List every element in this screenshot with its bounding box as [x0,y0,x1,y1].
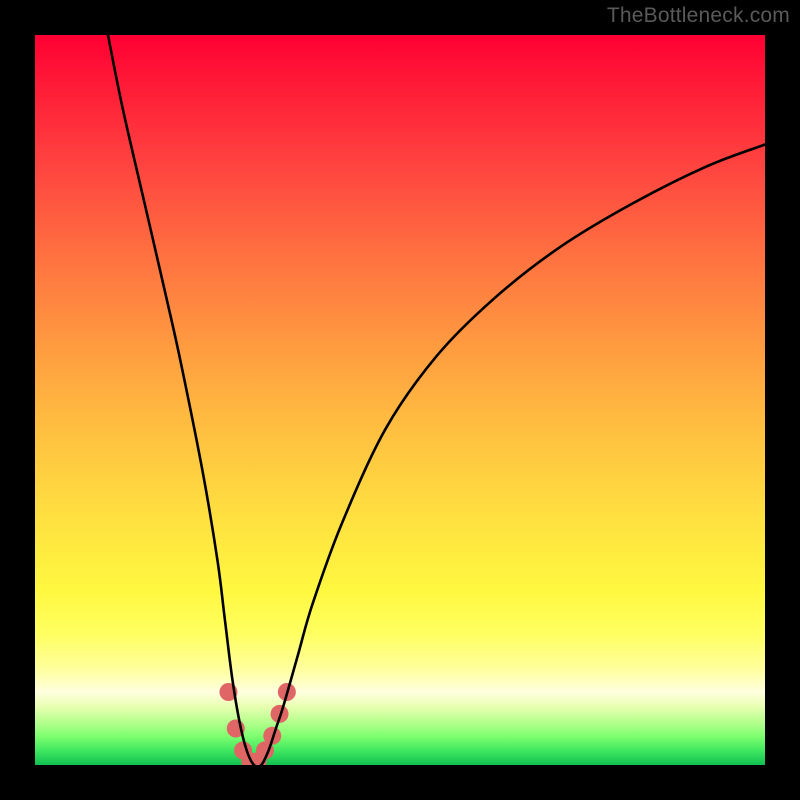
highlight-markers [219,683,295,765]
chart-frame: TheBottleneck.com [0,0,800,800]
watermark-label: TheBottleneck.com [607,4,790,28]
curve-svg [35,35,765,765]
bottleneck-curve [108,35,765,765]
plot-area [35,35,765,765]
